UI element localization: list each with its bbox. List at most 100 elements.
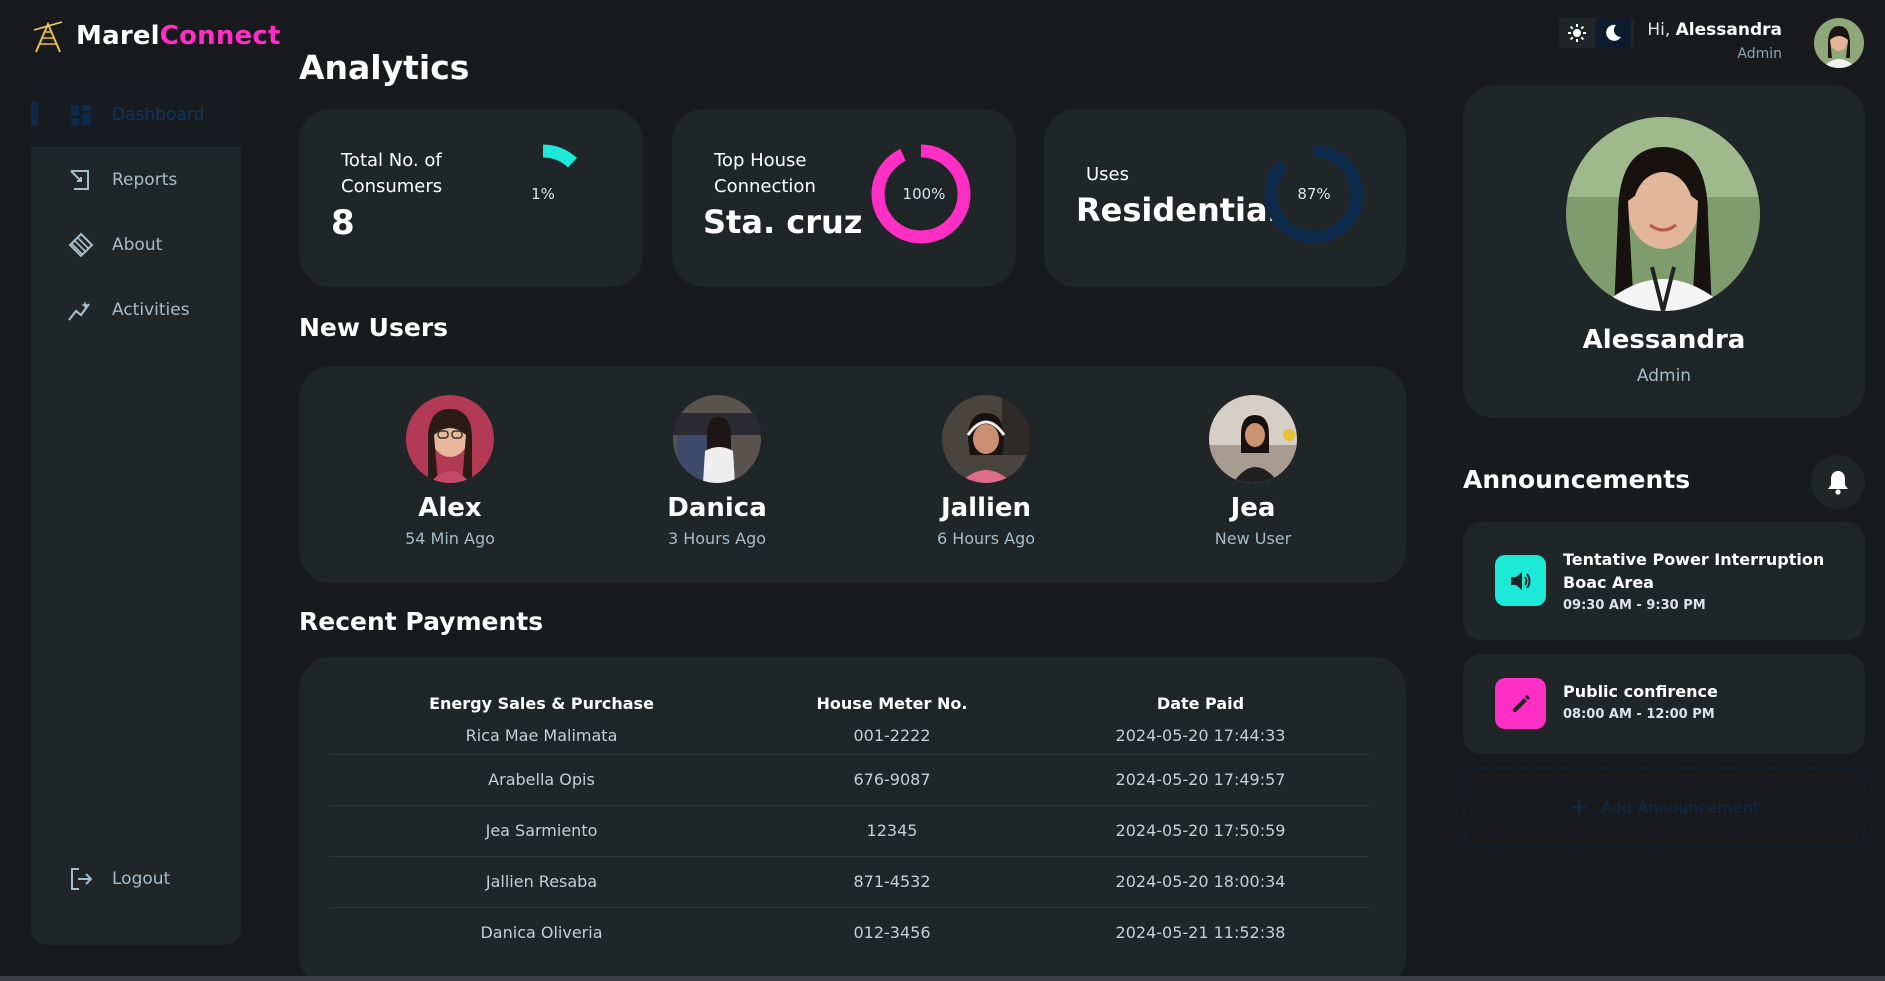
sun-icon[interactable] [1559,18,1595,48]
window-bottom-edge [0,976,1885,981]
table-cell: 2024-05-20 17:44:33 [1031,718,1370,755]
new-user-name: Jea [1230,493,1276,523]
table-cell: 2024-05-20 17:50:59 [1031,805,1370,857]
new-user-time: 3 Hours Ago [667,529,767,548]
sidebar-item-dashboard[interactable]: Dashboard [31,82,241,147]
stat-card-consumers: Total No. of Consumers 8 1% [299,109,643,287]
new-user-time: 6 Hours Ago [936,529,1036,548]
stat-value: Sta. cruz [703,203,863,241]
logout-button[interactable]: Logout [31,846,241,911]
new-users-title: New Users [299,313,449,342]
brand-logo: MarelConnect [32,18,281,54]
announcement-title: Tentative Power Interruption Boac Area [1563,550,1825,592]
theme-toggle[interactable] [1559,18,1634,48]
plus-icon: + [1569,793,1590,821]
moon-icon[interactable] [1595,18,1631,48]
new-user-name: Alex [418,493,482,523]
sidebar-item-activities[interactable]: Activities [31,277,241,342]
stat-card-top-house: Top House Connection Sta. cruz 100% [672,109,1016,287]
payments-table: Energy Sales & Purchase House Meter No. … [330,688,1370,958]
table-cell: Arabella Opis [330,754,753,806]
new-user-name: Danica [667,493,767,523]
avatar [406,395,494,483]
announcement-time: 09:30 AM - 9:30 PM [1563,598,1706,613]
avatar [1209,395,1297,483]
table-row[interactable]: Jea Sarmiento 12345 2024-05-20 17:50:59 [330,805,1370,857]
power-tower-icon [33,21,63,53]
stat-value: 8 [331,203,355,243]
sidebar-item-about[interactable]: About [31,212,241,277]
notification-button[interactable] [1811,455,1865,509]
stat-label: Total No. of Consumers [341,150,443,197]
new-user-item[interactable]: Danica 3 Hours Ago [617,395,817,548]
table-cell: 12345 [753,805,1031,857]
table-cell: Danica Oliveria [480,923,603,943]
logout-label: Logout [112,868,171,889]
new-user-item[interactable]: Jallien 6 Hours Ago [886,395,1086,548]
stat-value: Residential [1076,191,1279,229]
new-user-item[interactable]: Alex 54 Min Ago [350,395,550,548]
speaker-icon [1495,555,1546,606]
column-header: Energy Sales & Purchase [429,693,654,713]
brand-name: MarelConnect [76,21,281,51]
add-announcement-button[interactable]: + Add Announcement [1463,767,1865,847]
progress-percent: 1% [531,185,555,203]
user-role: Admin [1737,46,1782,62]
table-row[interactable]: Rica Mae Malimata 001-2222 2024-05-20 17… [330,718,1370,755]
sidebar-item-label: Dashboard [112,104,205,125]
grid-icon [67,101,95,129]
table-row[interactable]: Arabella Opis 676-9087 2024-05-20 17:49:… [330,754,1370,806]
report-icon [67,166,95,194]
sidebar-item-label: About [112,234,163,255]
profile-photo [1566,117,1760,311]
user-greeting: Hi, Alessandra Admin [1647,20,1782,62]
column-header: House Meter No. [816,693,968,713]
stat-label: Uses [1086,164,1130,185]
table-cell: 2024-05-21 11:52:38 [1115,923,1286,943]
sidebar-item-label: Reports [112,169,178,190]
table-cell: 676-9087 [753,754,1031,806]
progress-percent: 87% [1297,185,1331,203]
profile-avatar[interactable] [1814,18,1864,68]
bell-icon [1828,471,1848,495]
table-cell: Jea Sarmiento [330,805,753,857]
table-row[interactable]: Jallien Resaba 871-4532 2024-05-20 18:00… [330,856,1370,908]
sidebar-item-reports[interactable]: Reports [31,147,241,212]
new-user-name: Jallien [940,493,1032,523]
announcement-title: Public confirence [1563,682,1718,701]
new-user-time: 54 Min Ago [405,529,495,548]
table-row[interactable]: Danica Oliveria 012-3456 2024-05-21 11:5… [330,907,1370,958]
new-user-time: New User [1214,529,1292,548]
table-cell: 2024-05-20 18:00:34 [1031,856,1370,908]
active-indicator [31,102,38,126]
logout-icon [67,865,95,893]
profile-role: Admin [1636,366,1692,386]
sidebar-item-label: Activities [112,299,190,320]
progress-percent: 100% [902,185,946,203]
table-cell: 012-3456 [853,923,931,943]
sidebar: Dashboard Reports About Activities Logou… [31,82,241,945]
table-cell: 2024-05-20 17:49:57 [1031,754,1370,806]
pencil-icon [1495,678,1546,729]
table-cell: 001-2222 [753,718,1031,755]
announcements-title: Announcements [1463,465,1691,494]
profile-card: Alessandra Admin [1463,85,1865,418]
announcement-time: 08:00 AM - 12:00 PM [1563,707,1715,722]
diamond-icon [67,231,95,259]
add-announcement-label: Add Announcement [1601,797,1759,817]
new-user-item[interactable]: Jea New User [1153,395,1353,548]
profile-name: Alessandra [1582,325,1746,355]
announcement-item[interactable]: Tentative Power Interruption Boac Area 0… [1463,522,1865,640]
activity-icon [67,296,95,324]
avatar [942,395,1030,483]
page-title: Analytics [299,48,470,87]
table-cell: Jallien Resaba [330,856,753,908]
column-header: Date Paid [1156,693,1245,713]
table-cell: Rica Mae Malimata [330,718,753,755]
announcement-item[interactable]: Public confirence 08:00 AM - 12:00 PM [1463,654,1865,754]
stat-label: Top House Connection [714,150,816,197]
table-header-row: Energy Sales & Purchase House Meter No. … [330,688,1370,718]
table-cell: 871-4532 [753,856,1031,908]
stat-card-uses: Uses Residential 87% [1044,109,1406,287]
recent-payments-title: Recent Payments [299,607,544,636]
